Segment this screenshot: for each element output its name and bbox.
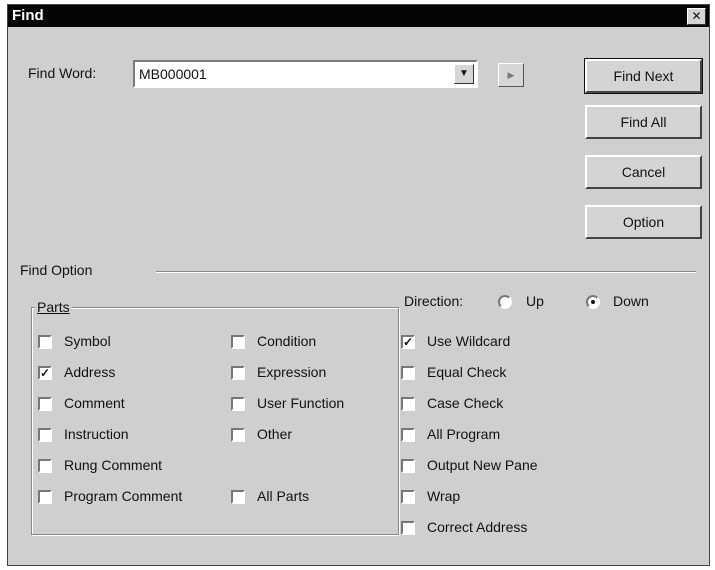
radio-selected-dot [591, 300, 595, 304]
direction-down-radio[interactable] [586, 295, 600, 309]
equal-check-label: Equal Check [427, 364, 507, 380]
wrap-checkbox[interactable] [401, 490, 415, 504]
user-function-checkbox[interactable] [231, 397, 245, 411]
instruction-checkbox[interactable] [38, 428, 52, 442]
comment-label: Comment [64, 395, 125, 411]
direction-up-radio[interactable] [498, 295, 512, 309]
title-bar[interactable]: Find ✕ [8, 5, 709, 27]
find-dialog: Find ✕ Find Word: MB000001 ▼ ▶ Find Next… [7, 4, 710, 566]
right-arrow-icon: ▶ [507, 70, 515, 80]
rung-comment-label: Rung Comment [64, 457, 163, 473]
find-option-divider [156, 271, 696, 273]
close-icon: ✕ [691, 9, 702, 23]
checkmark-icon: ✓ [403, 335, 414, 349]
condition-checkbox[interactable] [231, 335, 245, 349]
all-parts-checkbox[interactable] [231, 490, 245, 504]
address-label: Address [64, 364, 116, 380]
all-parts-label: All Parts [257, 488, 310, 504]
wrap-label: Wrap [427, 488, 461, 504]
user-function-label: User Function [257, 395, 345, 411]
case-check-checkbox[interactable] [401, 397, 415, 411]
use-wildcard-checkbox[interactable]: ✓ [401, 335, 415, 349]
comment-checkbox[interactable] [38, 397, 52, 411]
direction-down-label: Down [613, 293, 649, 309]
checkmark-icon: ✓ [40, 366, 51, 380]
symbol-checkbox[interactable] [38, 335, 52, 349]
case-check-label: Case Check [427, 395, 504, 411]
all-program-checkbox[interactable] [401, 428, 415, 442]
find-option-title: Find Option [20, 262, 93, 278]
condition-label: Condition [257, 333, 317, 349]
find-word-value: MB000001 [139, 66, 207, 82]
find-next-button[interactable]: Find Next [584, 58, 703, 94]
equal-check-checkbox[interactable] [401, 366, 415, 380]
program-comment-checkbox[interactable] [38, 490, 52, 504]
instruction-label: Instruction [64, 426, 129, 442]
cancel-button[interactable]: Cancel [585, 155, 702, 189]
output-new-pane-checkbox[interactable] [401, 459, 415, 473]
symbol-label: Symbol [64, 333, 111, 349]
expression-checkbox[interactable] [231, 366, 245, 380]
direction-label: Direction: [404, 293, 464, 309]
close-button[interactable]: ✕ [687, 8, 706, 25]
output-new-pane-label: Output New Pane [427, 457, 538, 473]
find-word-label: Find Word: [28, 65, 97, 81]
direction-up-label: Up [526, 293, 544, 309]
correct-address-checkbox[interactable] [401, 521, 415, 535]
rung-comment-checkbox[interactable] [38, 459, 52, 473]
correct-address-label: Correct Address [427, 519, 528, 535]
dropdown-arrow-icon[interactable]: ▼ [454, 64, 474, 84]
address-checkbox[interactable]: ✓ [38, 366, 52, 380]
other-checkbox[interactable] [231, 428, 245, 442]
dialog-title: Find [12, 7, 44, 24]
find-word-combobox[interactable]: MB000001 ▼ [133, 60, 478, 88]
insert-arrow-button[interactable]: ▶ [498, 63, 524, 87]
other-label: Other [257, 426, 293, 442]
use-wildcard-label: Use Wildcard [427, 333, 511, 349]
find-all-button[interactable]: Find All [585, 105, 702, 139]
all-program-label: All Program [427, 426, 501, 442]
expression-label: Expression [257, 364, 327, 380]
program-comment-label: Program Comment [64, 488, 183, 504]
parts-group-title: Parts [35, 299, 72, 315]
option-button[interactable]: Option [585, 205, 702, 239]
